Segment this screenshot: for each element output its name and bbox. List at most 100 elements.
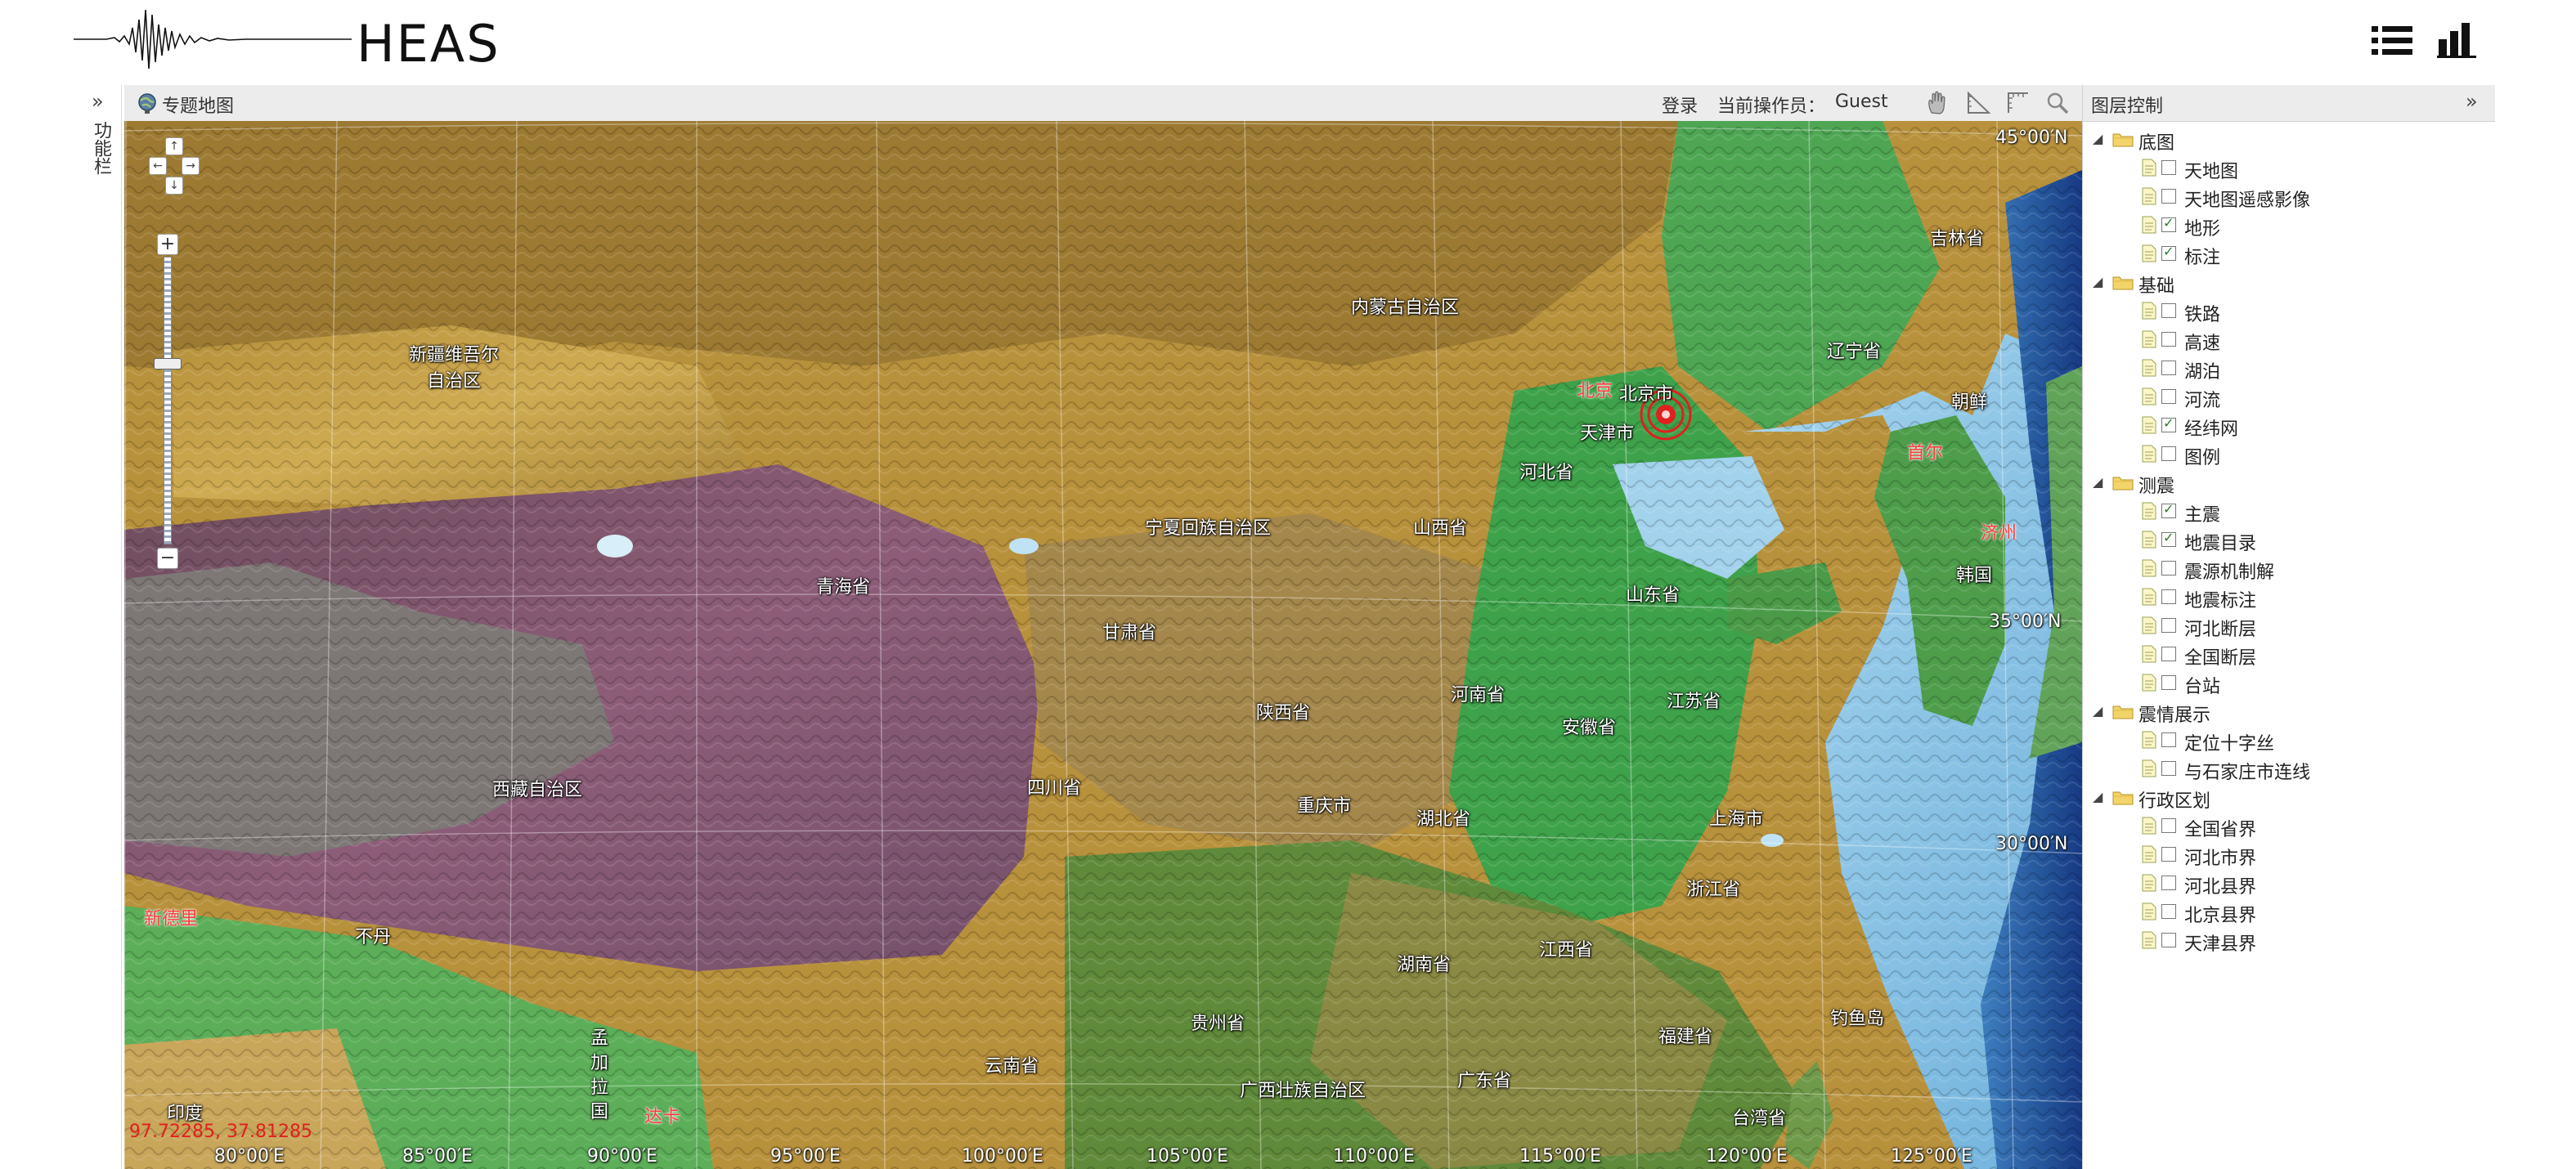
layer-group[interactable]: ◢ 测震 [2083,469,2495,498]
layer-checkbox[interactable] [2161,618,2176,633]
list-icon[interactable] [2372,23,2412,59]
layer-group-label[interactable]: 震情展示 [2138,701,2210,727]
layer-checkbox[interactable] [2161,189,2176,204]
expand-arrow-icon[interactable]: ◢ [2093,274,2103,289]
layer-checkbox[interactable] [2161,761,2176,776]
layer-item[interactable]: 河北市界 [2083,841,2495,870]
layer-group[interactable]: ◢ 底图 [2083,126,2495,155]
login-link[interactable]: 登录 [1662,92,1698,118]
layer-item-label[interactable]: 河北县界 [2184,872,2256,898]
expand-arrow-icon[interactable]: ◢ [2093,131,2103,146]
layer-checkbox[interactable] [2161,647,2176,661]
layer-checkbox[interactable] [2161,818,2176,833]
zoom-in-button[interactable]: + [157,234,178,255]
layer-item[interactable]: 地形 [2083,212,2495,240]
layer-checkbox[interactable] [2161,303,2176,318]
layer-item-label[interactable]: 经纬网 [2184,414,2238,441]
layer-item-label[interactable]: 主震 [2184,500,2220,526]
layer-item[interactable]: 铁路 [2083,298,2495,326]
layer-item-label[interactable]: 铁路 [2184,300,2220,326]
layer-group[interactable]: ◢ 基础 [2083,269,2495,298]
layer-checkbox[interactable] [2161,933,2176,947]
layer-item-label[interactable]: 图例 [2184,443,2220,469]
layer-item[interactable]: 天津县界 [2083,927,2495,956]
layer-checkbox[interactable] [2161,244,2176,261]
layer-checkbox[interactable] [2161,501,2176,518]
pan-up-button[interactable]: ↑ [165,137,183,155]
layer-item-label[interactable]: 定位十字丝 [2184,729,2274,755]
zoom-slider[interactable] [164,257,172,544]
layer-item-label[interactable]: 天津县界 [2184,929,2256,956]
layer-item-label[interactable]: 河北断层 [2184,615,2256,641]
layer-item-label[interactable]: 湖泊 [2184,357,2220,383]
expand-arrow-icon[interactable]: ◢ [2093,474,2103,490]
layer-checkbox[interactable] [2161,389,2176,404]
pan-right-button[interactable]: → [182,157,200,175]
layer-item[interactable]: 震源机制解 [2083,555,2495,584]
layer-item[interactable]: 地震目录 [2083,526,2495,555]
layer-checkbox[interactable] [2161,446,2176,461]
layer-item[interactable]: 天地图遥感影像 [2083,183,2495,212]
layer-item[interactable]: 北京县界 [2083,898,2495,927]
layer-item[interactable]: 经纬网 [2083,412,2495,441]
layer-item-label[interactable]: 天地图 [2184,157,2238,183]
layer-item-label[interactable]: 震源机制解 [2184,558,2274,584]
layer-item-label[interactable]: 地震标注 [2184,586,2256,612]
layer-item[interactable]: 湖泊 [2083,355,2495,383]
layer-item[interactable]: 河流 [2083,383,2495,412]
layer-item[interactable]: 河北县界 [2083,870,2495,898]
layer-item-label[interactable]: 全国断层 [2184,643,2256,670]
layer-item-label[interactable]: 地震目录 [2184,529,2256,555]
layer-item[interactable]: 台站 [2083,670,2495,698]
measure-area-icon[interactable] [2004,88,2033,118]
expand-sidebar-button[interactable]: » [92,90,104,113]
layer-item-label[interactable]: 全国省界 [2184,815,2256,841]
bar-chart-icon[interactable] [2437,20,2476,59]
layer-item[interactable]: 河北断层 [2083,612,2495,641]
layer-checkbox[interactable] [2161,415,2176,432]
pan-left-button[interactable]: ← [149,157,167,175]
layer-item-label[interactable]: 地形 [2184,214,2220,240]
layer-item[interactable]: 地震标注 [2083,584,2495,612]
layer-checkbox[interactable] [2161,561,2176,576]
measure-distance-icon[interactable] [1964,88,1994,118]
layer-group[interactable]: ◢ 行政区划 [2083,784,2495,813]
layer-item[interactable]: 与石家庄市连线 [2083,755,2495,784]
layer-item[interactable]: 高速 [2083,326,2495,355]
layer-checkbox[interactable] [2161,876,2176,890]
hand-pan-icon[interactable] [1923,88,1953,118]
expand-arrow-icon[interactable]: ◢ [2093,789,2103,804]
layer-item-label[interactable]: 北京县界 [2184,901,2256,927]
layer-item-label[interactable]: 台站 [2184,672,2220,698]
expand-arrow-icon[interactable]: ◢ [2093,703,2103,719]
layer-item[interactable]: 主震 [2083,498,2495,526]
layer-item-label[interactable]: 河流 [2184,386,2220,412]
layer-group-label[interactable]: 基础 [2138,271,2174,298]
zoom-slider-handle[interactable] [154,357,182,370]
map-view[interactable]: 新疆维吾尔 自治区 内蒙古自治区 吉林省 辽宁省 北京 北京市 天津市 河北省 … [124,121,2082,1169]
layer-group-label[interactable]: 底图 [2138,128,2174,155]
layer-item-label[interactable]: 标注 [2184,243,2220,269]
zoom-magnifier-icon[interactable] [2043,88,2072,118]
layer-checkbox[interactable] [2161,160,2176,175]
layer-item-label[interactable]: 高速 [2184,329,2220,355]
layer-checkbox[interactable] [2161,675,2176,690]
layer-checkbox[interactable] [2161,847,2176,862]
layer-group-label[interactable]: 测震 [2138,472,2174,498]
layer-checkbox[interactable] [2161,530,2176,547]
layer-item-label[interactable]: 与石家庄市连线 [2184,758,2310,784]
layer-checkbox[interactable] [2161,361,2176,375]
layer-checkbox[interactable] [2161,732,2176,747]
collapse-layer-panel-button[interactable]: » [2466,90,2478,113]
layer-item-label[interactable]: 天地图遥感影像 [2184,186,2310,212]
layer-checkbox[interactable] [2161,332,2176,347]
layer-item[interactable]: 天地图 [2083,155,2495,183]
layer-item[interactable]: 图例 [2083,441,2495,469]
layer-checkbox[interactable] [2161,904,2176,919]
pan-down-button[interactable]: ↓ [165,177,183,195]
function-bar-label[interactable]: 功能栏 [88,121,113,175]
layer-item[interactable]: 全国省界 [2083,813,2495,841]
layer-group[interactable]: ◢ 震情展示 [2083,698,2495,727]
layer-checkbox[interactable] [2161,215,2176,232]
layer-item[interactable]: 定位十字丝 [2083,727,2495,755]
